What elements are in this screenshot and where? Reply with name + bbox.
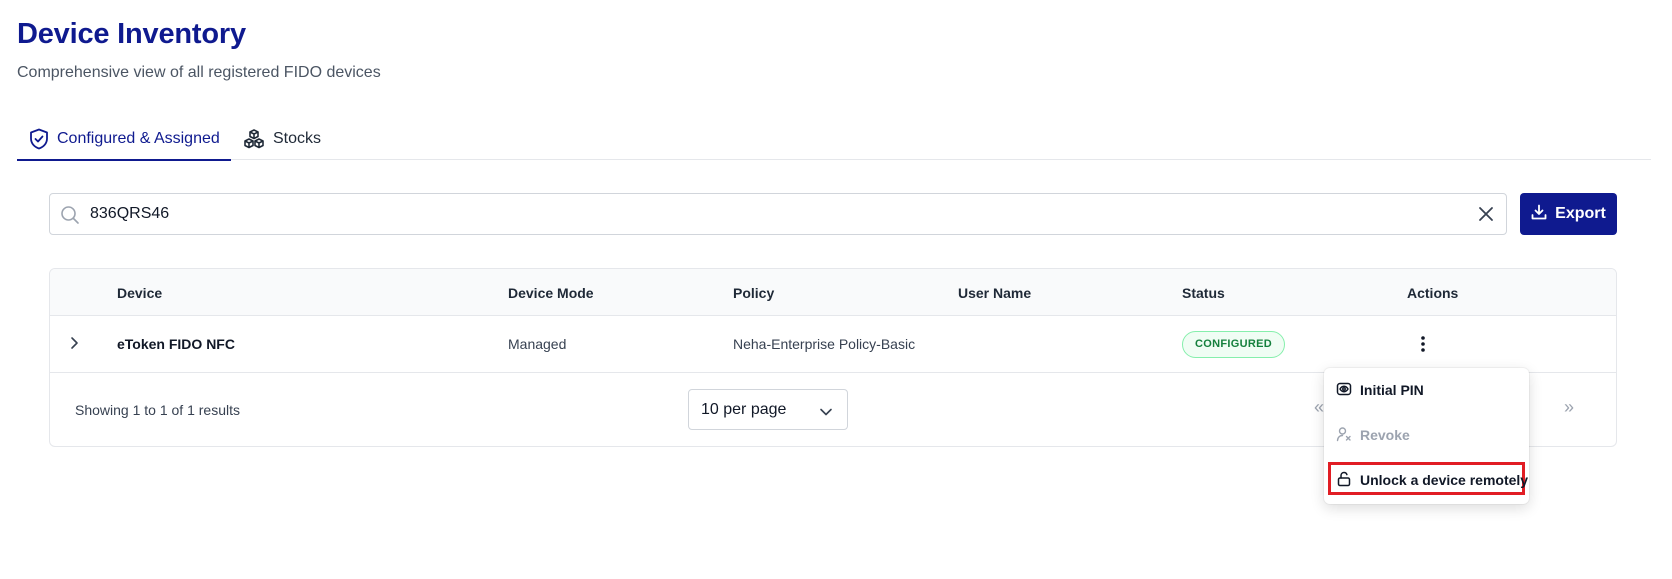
boxes-icon <box>243 128 265 150</box>
tab-label: Configured & Assigned <box>57 129 220 147</box>
search-box <box>49 193 1507 235</box>
status-badge: CONFIGURED <box>1182 331 1285 358</box>
clear-search-icon[interactable] <box>1478 206 1494 227</box>
column-header-device-mode[interactable]: Device Mode <box>508 285 594 301</box>
export-label: Export <box>1555 205 1606 222</box>
table-row: eToken FIDO NFC Managed Neha-Enterprise … <box>50 316 1616 373</box>
page-subtitle: Comprehensive view of all registered FID… <box>17 64 381 81</box>
search-input[interactable] <box>90 194 1430 234</box>
table-header: Device Device Mode Policy User Name Stat… <box>50 269 1616 316</box>
expand-row-chevron-icon[interactable] <box>68 336 80 355</box>
cell-device: eToken FIDO NFC <box>117 336 235 352</box>
cell-device-mode: Managed <box>508 336 567 352</box>
menu-item-unlock-device-remotely[interactable]: Unlock a device remotely <box>1336 468 1528 492</box>
user-remove-icon <box>1336 426 1352 445</box>
menu-item-initial-pin[interactable]: Initial PIN <box>1336 378 1424 402</box>
column-header-user-name[interactable]: User Name <box>958 285 1031 301</box>
column-header-status[interactable]: Status <box>1182 285 1225 301</box>
menu-item-revoke[interactable]: Revoke <box>1336 423 1410 447</box>
column-header-policy[interactable]: Policy <box>733 285 774 301</box>
tab-configured-assigned[interactable]: Configured & Assigned <box>17 118 231 161</box>
per-page-value: 10 per page <box>701 400 787 418</box>
column-header-device[interactable]: Device <box>117 285 162 301</box>
per-page-select[interactable]: 10 per page <box>688 389 848 430</box>
eye-pin-icon <box>1336 381 1352 400</box>
download-icon <box>1531 204 1547 225</box>
results-count: Showing 1 to 1 of 1 results <box>75 402 240 418</box>
menu-item-label: Initial PIN <box>1360 382 1424 398</box>
menu-item-label: Revoke <box>1360 427 1410 443</box>
device-inventory-page: Device Inventory Comprehensive view of a… <box>0 0 1672 579</box>
tab-stocks[interactable]: Stocks <box>243 118 321 160</box>
export-button[interactable]: Export <box>1520 193 1617 235</box>
row-actions-menu: Initial PIN Revoke Unlock a device remot… <box>1324 368 1529 504</box>
last-page-button[interactable]: » <box>1564 397 1574 418</box>
menu-item-label: Unlock a device remotely <box>1360 472 1529 488</box>
tab-label: Stocks <box>273 130 322 147</box>
column-header-actions: Actions <box>1407 285 1459 301</box>
first-page-button[interactable]: « <box>1314 397 1324 418</box>
shield-check-icon <box>29 128 49 150</box>
search-icon <box>60 205 80 230</box>
more-actions-icon[interactable] <box>1420 335 1426 358</box>
page-title: Device Inventory <box>17 18 246 50</box>
tab-bar: Configured & Assigned Stocks <box>17 118 1651 161</box>
unlock-icon <box>1336 471 1352 490</box>
cell-policy: Neha-Enterprise Policy-Basic <box>733 336 916 352</box>
chevron-down-icon <box>819 404 833 422</box>
